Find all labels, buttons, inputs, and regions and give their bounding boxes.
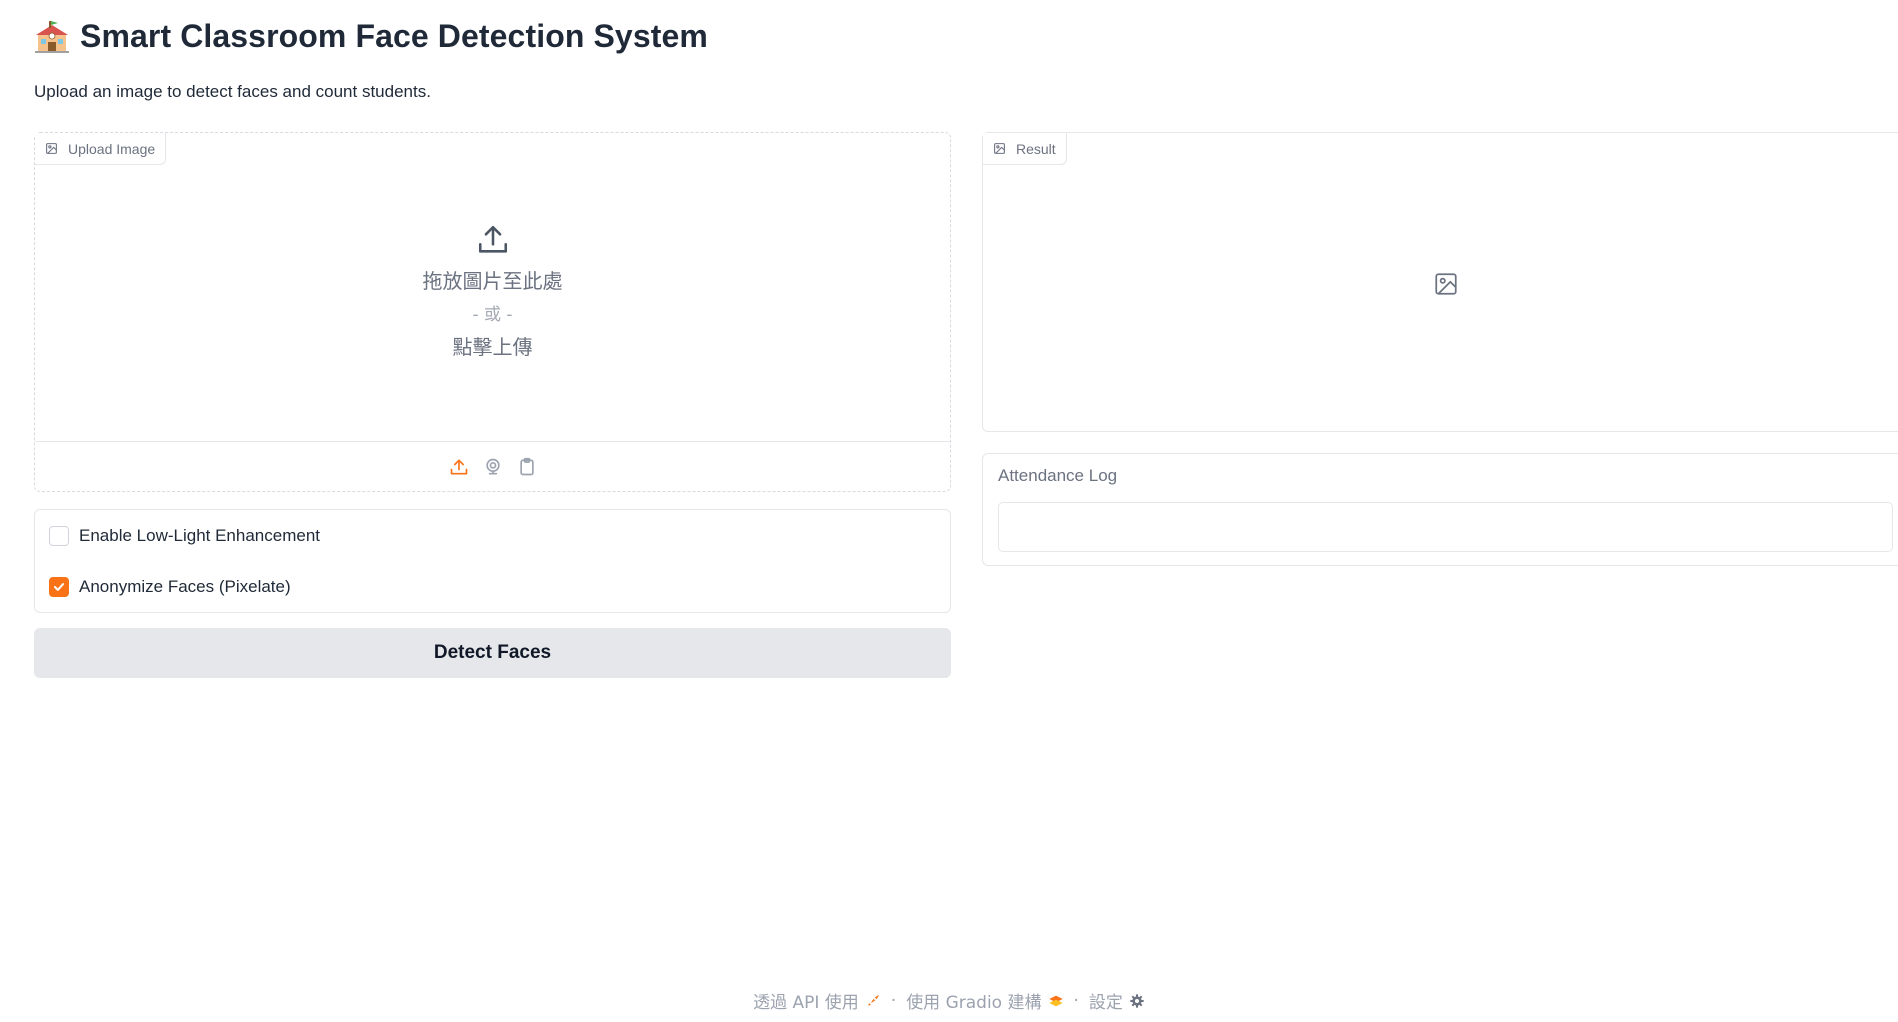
result-label: Result — [983, 133, 1067, 165]
low-light-label: Enable Low-Light Enhancement — [79, 526, 320, 545]
anonymize-checkbox[interactable] — [49, 577, 69, 597]
clipboard-source-button[interactable] — [516, 456, 538, 478]
low-light-checkbox-row[interactable]: Enable Low-Light Enhancement — [49, 526, 320, 546]
click-upload-text: 點擊上傳 — [452, 335, 533, 359]
built-with-gradio-text: 使用 Gradio 建構 — [906, 993, 1042, 1013]
anonymize-checkbox-row[interactable]: Anonymize Faces (Pixelate) — [49, 577, 291, 597]
upload-icon — [450, 459, 467, 474]
result-panel: Result — [982, 132, 1898, 432]
upload-image-label-text: Upload Image — [68, 140, 156, 157]
options-panel: Enable Low-Light Enhancement Anonymize F… — [34, 509, 951, 613]
upload-arrow-icon — [478, 225, 507, 253]
use-via-api-link[interactable]: 透過 API 使用 — [753, 988, 881, 1013]
drop-text: 拖放圖片至此處 — [422, 269, 563, 293]
built-with-gradio-link[interactable]: 使用 Gradio 建構 — [906, 988, 1063, 1013]
rocket-icon — [868, 994, 879, 1006]
image-icon — [46, 143, 57, 154]
source-selector — [35, 441, 950, 491]
attendance-log-panel: Attendance Log — [982, 453, 1898, 566]
footer: 透過 API 使用 · 使用 Gradio 建構 · 設定 — [0, 988, 1898, 1013]
attendance-log-label: Attendance Log — [998, 466, 1118, 485]
image-icon — [994, 143, 1005, 154]
footer-separator: · — [1073, 990, 1079, 1011]
upload-source-button[interactable] — [448, 456, 470, 478]
page-header: Smart Classroom Face Detection System — [34, 18, 708, 55]
page-subtitle: Upload an image to detect faces and coun… — [34, 82, 431, 101]
settings-text: 設定 — [1088, 993, 1123, 1013]
webcam-source-button[interactable] — [482, 456, 504, 478]
or-text: - 或 - — [472, 305, 513, 325]
gradio-logo-icon — [1048, 995, 1063, 1006]
clipboard-icon — [519, 457, 534, 475]
upload-prompt: 拖放圖片至此處 - 或 - 點擊上傳 — [35, 223, 950, 360]
page-title: Smart Classroom Face Detection System — [80, 18, 708, 54]
upload-image-panel: 拖放圖片至此處 - 或 - 點擊上傳 Upload Image — [34, 132, 951, 492]
settings-link[interactable]: 設定 — [1089, 988, 1145, 1013]
footer-separator: · — [890, 990, 897, 1011]
upload-image-label: Upload Image — [35, 133, 167, 165]
checkmark-icon — [53, 583, 65, 591]
result-label-text: Result — [1016, 140, 1056, 157]
image-placeholder-icon — [1434, 273, 1457, 295]
school-icon — [35, 20, 69, 53]
upload-dropzone[interactable]: 拖放圖片至此處 - 或 - 點擊上傳 — [35, 133, 950, 434]
attendance-log-textbox[interactable] — [998, 502, 1893, 552]
low-light-checkbox[interactable] — [49, 526, 69, 546]
use-via-api-text: 透過 API 使用 — [753, 993, 859, 1013]
webcam-icon — [485, 458, 500, 474]
anonymize-label: Anonymize Faces (Pixelate) — [79, 577, 291, 596]
gear-icon — [1130, 993, 1144, 1008]
detect-faces-button[interactable]: Detect Faces — [34, 628, 951, 678]
